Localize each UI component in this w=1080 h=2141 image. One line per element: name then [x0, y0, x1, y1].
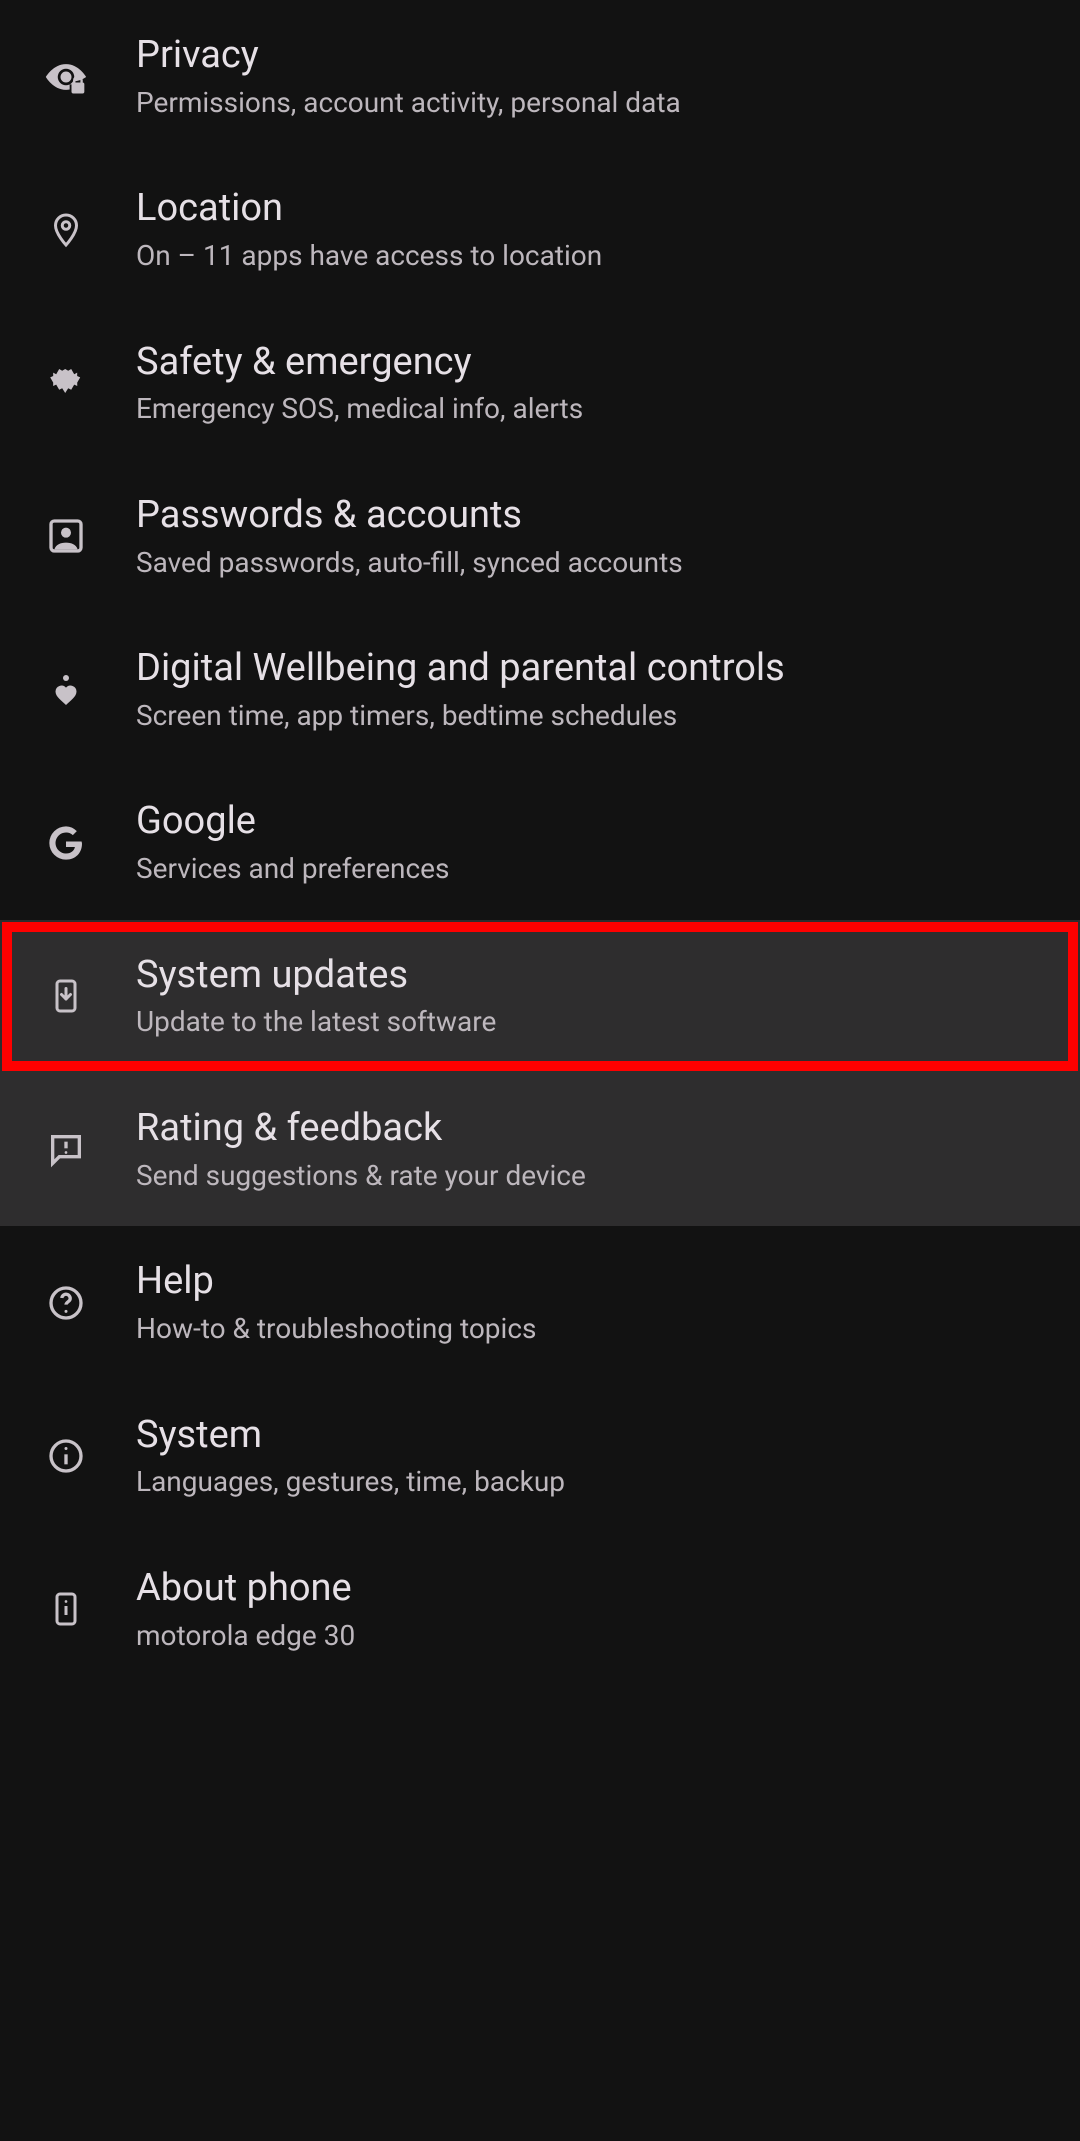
setting-title: Location — [136, 187, 602, 231]
help-icon — [36, 1273, 96, 1333]
setting-location[interactable]: Location On – 11 apps have access to loc… — [0, 153, 1080, 306]
setting-subtitle: Services and preferences — [136, 852, 449, 886]
setting-title: Digital Wellbeing and parental controls — [136, 647, 785, 691]
setting-subtitle: Permissions, account activity, personal … — [136, 86, 681, 120]
setting-passwords[interactable]: Passwords & accounts Saved passwords, au… — [0, 460, 1080, 613]
setting-wellbeing[interactable]: Digital Wellbeing and parental controls … — [0, 613, 1080, 766]
account-box-icon — [36, 506, 96, 566]
wellbeing-icon — [36, 660, 96, 720]
setting-help[interactable]: Help How-to & troubleshooting topics — [0, 1226, 1080, 1379]
setting-subtitle: motorola edge 30 — [136, 1619, 355, 1653]
setting-about-phone[interactable]: About phone motorola edge 30 — [0, 1533, 1080, 1686]
setting-subtitle: Saved passwords, auto-fill, synced accou… — [136, 546, 683, 580]
google-icon — [36, 813, 96, 873]
setting-title: Rating & feedback — [136, 1107, 586, 1151]
setting-title: Help — [136, 1260, 536, 1304]
info-icon — [36, 1426, 96, 1486]
eye-lock-icon — [36, 47, 96, 107]
location-icon — [36, 200, 96, 260]
phone-info-icon — [36, 1579, 96, 1639]
setting-title: System — [136, 1414, 565, 1458]
feedback-icon — [36, 1120, 96, 1180]
setting-title: Safety & emergency — [136, 341, 583, 385]
setting-title: Privacy — [136, 34, 681, 78]
setting-google[interactable]: Google Services and preferences — [0, 766, 1080, 919]
setting-system-updates[interactable]: System updates Update to the latest soft… — [0, 920, 1080, 1073]
setting-feedback[interactable]: Rating & feedback Send suggestions & rat… — [0, 1073, 1080, 1226]
setting-subtitle: Languages, gestures, time, backup — [136, 1465, 565, 1499]
medical-icon — [36, 353, 96, 413]
setting-title: System updates — [136, 954, 496, 998]
setting-subtitle: Update to the latest software — [136, 1005, 496, 1039]
setting-title: Passwords & accounts — [136, 494, 683, 538]
settings-list: Privacy Permissions, account activity, p… — [0, 0, 1080, 1686]
setting-safety[interactable]: Safety & emergency Emergency SOS, medica… — [0, 307, 1080, 460]
setting-system[interactable]: System Languages, gestures, time, backup — [0, 1380, 1080, 1533]
setting-subtitle: On – 11 apps have access to location — [136, 239, 602, 273]
setting-subtitle: Emergency SOS, medical info, alerts — [136, 392, 583, 426]
setting-subtitle: Send suggestions & rate your device — [136, 1159, 586, 1193]
setting-title: About phone — [136, 1567, 355, 1611]
setting-subtitle: Screen time, app timers, bedtime schedul… — [136, 699, 785, 733]
setting-subtitle: How-to & troubleshooting topics — [136, 1312, 536, 1346]
phone-download-icon — [36, 966, 96, 1026]
setting-title: Google — [136, 800, 449, 844]
setting-privacy[interactable]: Privacy Permissions, account activity, p… — [0, 0, 1080, 153]
